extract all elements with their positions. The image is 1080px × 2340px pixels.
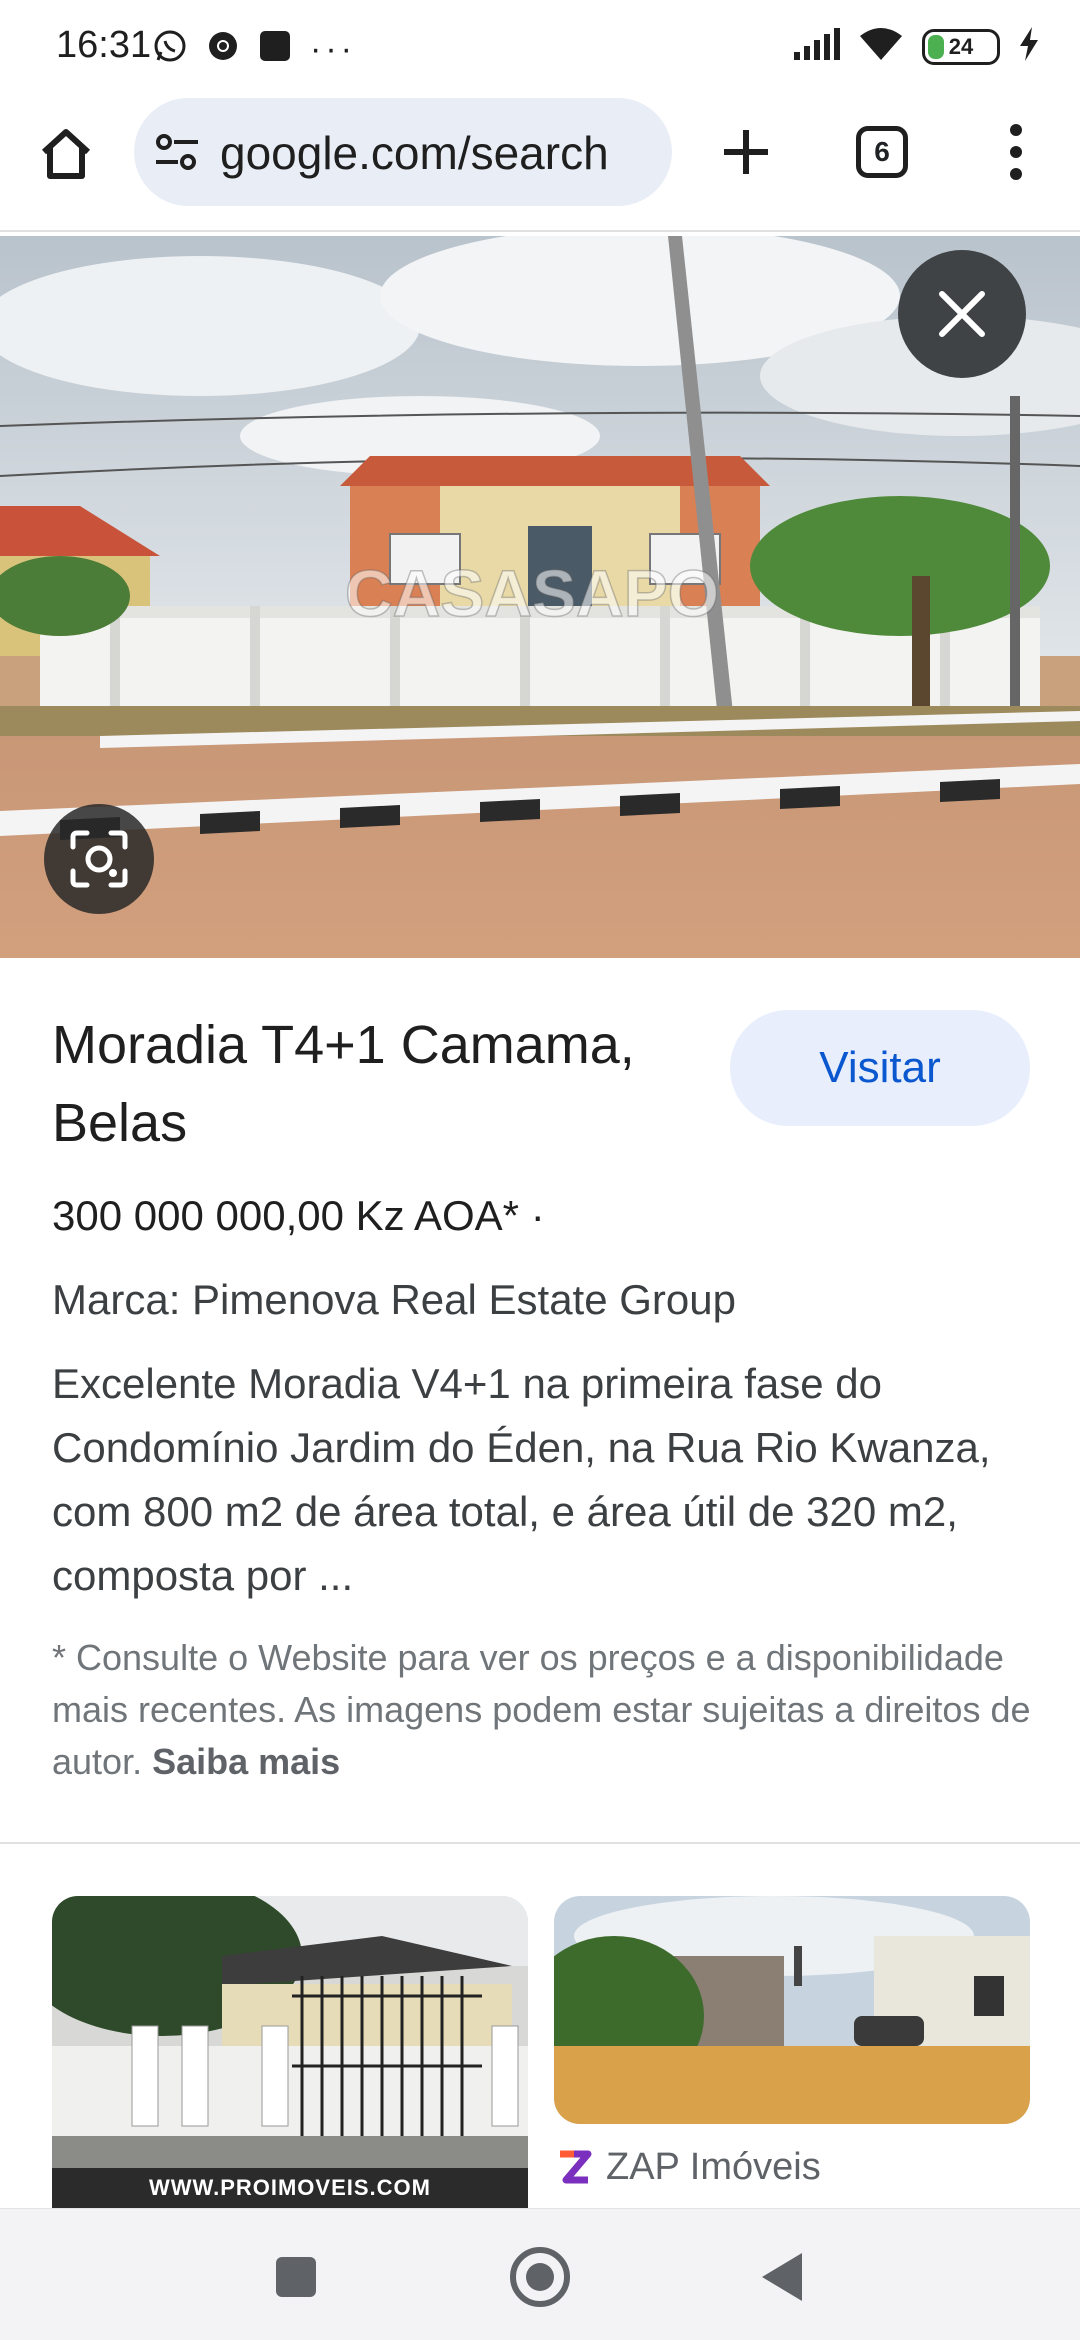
visit-button[interactable]: Visitar: [730, 1010, 1030, 1126]
home-button[interactable]: [32, 120, 100, 188]
back-button[interactable]: [762, 2253, 802, 2301]
close-icon: [939, 291, 985, 337]
chrome-icon: [206, 29, 240, 68]
home-dot: [526, 2263, 554, 2291]
tune-icon[interactable]: [154, 132, 200, 177]
status-icons-right: 24: [792, 26, 1040, 67]
source-name: ZAP Imóveis: [606, 2146, 821, 2188]
status-bar: 16:31 ··· 24: [0, 0, 1080, 92]
browser-toolbar: google.com/search 6: [0, 92, 1080, 232]
url-text[interactable]: google.com/search: [220, 126, 609, 180]
wifi-icon: [858, 26, 904, 67]
related-image-2[interactable]: [554, 1896, 1030, 2124]
recents-button[interactable]: [276, 2257, 316, 2297]
menu-dot: [1010, 146, 1022, 158]
zap-logo-icon: [560, 2150, 592, 2183]
menu-dot: [1010, 168, 1022, 180]
more-dots-icon: ···: [310, 29, 356, 68]
image-watermark: CASASAPO: [345, 556, 719, 630]
address-bar[interactable]: google.com/search: [134, 98, 672, 206]
charging-icon: [1018, 27, 1040, 66]
disclaimer: * Consulte o Website para ver os preços …: [52, 1632, 1042, 1788]
home-icon: [41, 129, 91, 179]
lens-icon: [70, 830, 128, 888]
tab-count: 6: [874, 136, 890, 167]
menu-button[interactable]: [996, 118, 1036, 186]
home-nav-button[interactable]: [510, 2247, 570, 2307]
tabs-button[interactable]: 6: [856, 126, 908, 178]
close-button[interactable]: [898, 250, 1026, 378]
related-source-2[interactable]: ZAP Imóveis: [554, 2146, 821, 2189]
listing-title: Moradia T4+1 Camama, Belas: [52, 1015, 635, 1153]
whatsapp-icon: [152, 28, 188, 69]
status-time: 16:31: [56, 24, 152, 66]
related-image-1[interactable]: WWW.PROIMOVEIS.COM: [52, 1896, 528, 2208]
thumb-caption: WWW.PROIMOVEIS.COM: [52, 2168, 528, 2208]
listing-brand: Marca: Pimenova Real Estate Group: [52, 1276, 736, 1323]
lens-search-button[interactable]: [44, 804, 154, 914]
signal-icon: [792, 28, 840, 65]
new-tab-button[interactable]: [714, 120, 778, 184]
plus-icon: [724, 130, 768, 174]
divider: [0, 1842, 1080, 1844]
battery-icon: 24: [922, 28, 1000, 65]
menu-dot: [1010, 124, 1022, 136]
learn-more-link[interactable]: Saiba mais: [152, 1741, 340, 1782]
system-nav-bar: [0, 2208, 1080, 2340]
status-icons-left: ···: [152, 28, 356, 69]
listing-price: 300 000 000,00 Kz AOA* ·: [52, 1192, 545, 1239]
app-square-icon: [258, 29, 292, 68]
battery-level: 24: [948, 33, 974, 59]
listing-description: Excelente Moradia V4+1 na primeira fase …: [52, 1360, 991, 1599]
battery-fill: [928, 34, 944, 59]
